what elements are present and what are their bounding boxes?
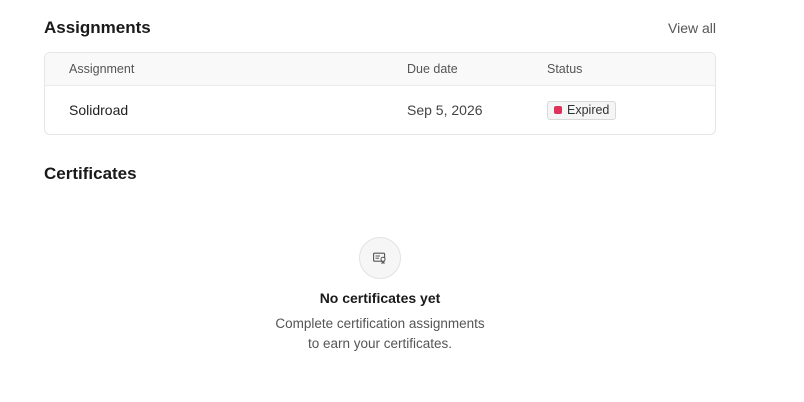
assignments-header: Assignments View all [44, 18, 716, 38]
certificates-title: Certificates [44, 164, 137, 183]
status-cell: Expired [547, 86, 617, 134]
empty-state-description: Complete certification assignments to ea… [0, 314, 760, 354]
empty-state-title: No certificates yet [319, 290, 441, 306]
assignment-name: Solidroad [69, 102, 129, 118]
status-badge: Expired [547, 100, 617, 120]
table-row[interactable]: Solidroad Sep 5, 2026 Expired [45, 86, 715, 134]
empty-state-line-1: Complete certification assignments [275, 316, 485, 331]
assignments-table: Assignment Due date Status Solidroad Sep… [44, 52, 716, 135]
column-header-status: Status [547, 62, 583, 76]
empty-state-line-2: to earn your certificates. [307, 336, 453, 351]
table-header: Assignment Due date Status [45, 53, 715, 86]
certificates-header: Certificates [44, 164, 716, 184]
view-all-link[interactable]: View all [668, 20, 716, 36]
assignments-title: Assignments [44, 18, 151, 37]
certificate-icon [359, 237, 401, 279]
column-header-due-date: Due date [407, 62, 458, 76]
status-dot [554, 106, 562, 114]
status-label: Expired [567, 103, 610, 117]
due-date: Sep 5, 2026 [407, 102, 483, 118]
column-header-assignment: Assignment [69, 62, 135, 76]
